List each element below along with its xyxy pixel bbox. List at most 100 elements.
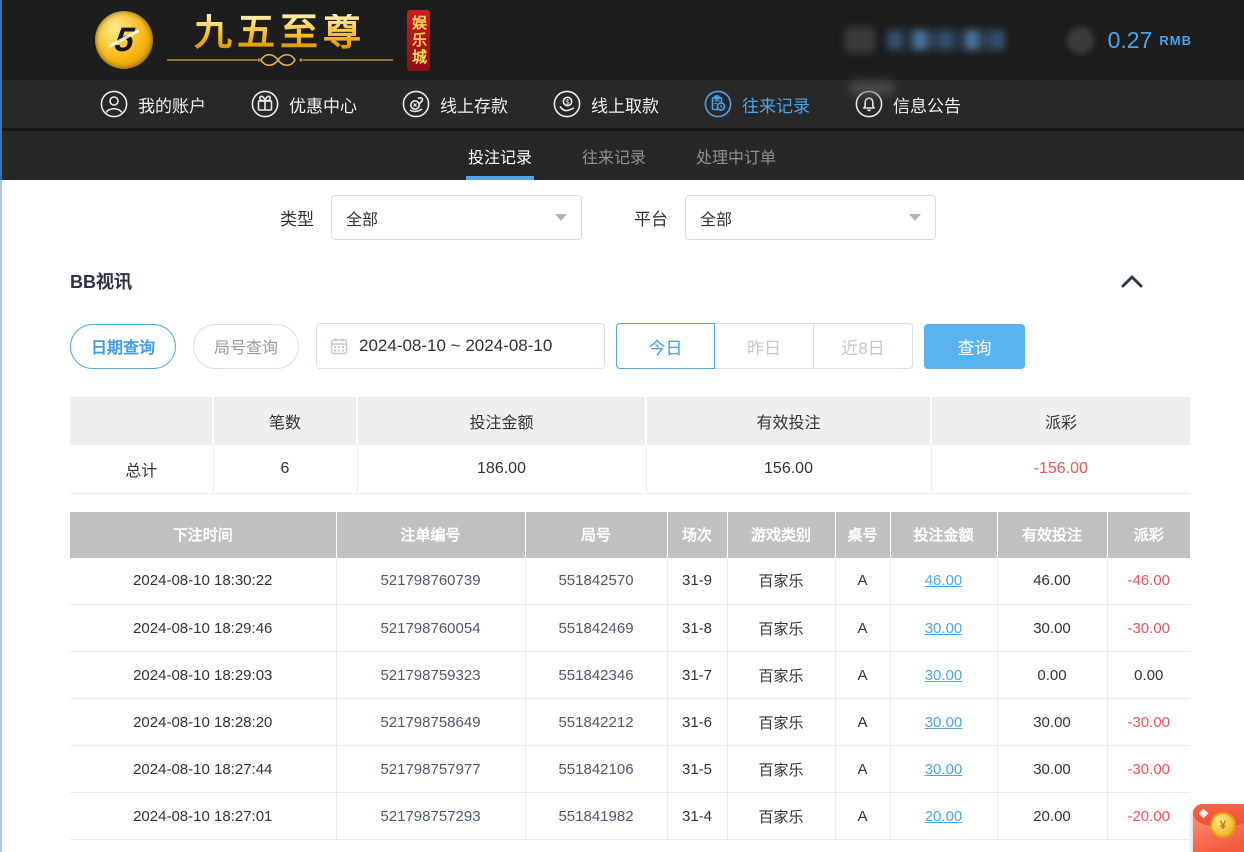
site-logo[interactable]: 5 九五至尊 娱乐城 <box>95 10 460 71</box>
avatar <box>845 27 875 53</box>
gift-icon <box>251 90 279 118</box>
search-button[interactable]: 查询 <box>924 324 1025 369</box>
summary-total-valid-bet: 156.00 <box>646 445 931 493</box>
bet-amount-link[interactable]: 30.00 <box>925 620 963 637</box>
logo-flourish-icon <box>165 54 395 66</box>
last8days-button[interactable]: 近8日 <box>814 323 913 369</box>
today-button[interactable]: 今日 <box>616 323 715 369</box>
bet-amount-link[interactable]: 20.00 <box>925 808 963 825</box>
table-row: 2024-08-10 18:30:22521798760739551842570… <box>70 558 1190 605</box>
coin-icon <box>1067 27 1094 54</box>
coin-icon: ¥ <box>1210 812 1236 838</box>
nav-item-my-account[interactable]: 我的账户 <box>100 90 206 118</box>
cell-round-number: 551842570 <box>525 558 667 605</box>
record-tabs: 投注记录 往来记录 处理中订单 <box>0 131 1244 180</box>
bet-amount-link[interactable]: 30.00 <box>925 761 963 778</box>
cell-payout: -20.00 <box>1107 793 1190 840</box>
summary-total-bet-amount: 186.00 <box>357 445 646 493</box>
tab-bet-records[interactable]: 投注记录 <box>466 131 534 180</box>
bet-amount-link[interactable]: 30.00 <box>925 667 963 684</box>
section-title: BB视讯 <box>70 268 132 294</box>
summary-total-count: 6 <box>213 445 357 493</box>
col-order-number: 注单编号 <box>336 512 525 558</box>
logo-emblem-icon: 5 <box>95 11 153 69</box>
tab-processing-orders[interactable]: 处理中订单 <box>694 131 778 180</box>
query-toolbar: 日期查询 局号查询 2024-08-10 ~ 2024-08-10 今日 昨日 … <box>70 323 1190 369</box>
chevron-up-icon <box>1120 274 1144 288</box>
filter-row: 类型 全部 平台 全部 <box>280 195 1190 240</box>
type-filter-label: 类型 <box>280 205 314 230</box>
round-query-button[interactable]: 局号查询 <box>193 324 299 369</box>
svg-text:$: $ <box>566 100 570 107</box>
cell-round-number: 551842469 <box>525 605 667 652</box>
bet-amount-link[interactable]: 30.00 <box>925 714 963 731</box>
summary-total-label: 总计 <box>70 445 213 493</box>
cell-payout: -30.00 <box>1107 746 1190 793</box>
cell-round-number: 551842212 <box>525 699 667 746</box>
collapse-button[interactable] <box>1120 274 1144 288</box>
cell-game-type: 百家乐 <box>727 699 835 746</box>
nav-item-withdraw[interactable]: $ 线上取款 <box>553 90 659 118</box>
cell-order-number: 521798760054 <box>336 605 525 652</box>
summary-table: 笔数 投注金额 有效投注 派彩 总计 6 186.00 156.00 -156.… <box>70 397 1190 494</box>
cell-session: 31-4 <box>667 793 727 840</box>
nav-item-promotions[interactable]: 优惠中心 <box>251 90 357 118</box>
summary-header-count: 笔数 <box>213 397 357 445</box>
summary-total-payout: -156.00 <box>931 445 1190 493</box>
nav-item-announcements[interactable]: 信息公告 <box>855 90 961 118</box>
cell-session: 31-5 <box>667 746 727 793</box>
cell-bet-amount: 20.00 <box>890 793 997 840</box>
cell-game-type: 百家乐 <box>727 558 835 605</box>
platform-filter-label: 平台 <box>634 205 668 230</box>
brand-title: 九五至尊 <box>194 14 366 54</box>
records-icon <box>704 90 732 118</box>
cell-order-number: 521798759323 <box>336 652 525 699</box>
cell-bet-time: 2024-08-10 18:27:44 <box>70 746 336 793</box>
cell-session: 31-9 <box>667 558 727 605</box>
cell-bet-amount: 30.00 <box>890 605 997 652</box>
cell-bet-amount: 30.00 <box>890 746 997 793</box>
cell-bet-time: 2024-08-10 18:30:22 <box>70 558 336 605</box>
yesterday-button[interactable]: 昨日 <box>715 323 814 369</box>
calendar-icon <box>330 337 348 355</box>
table-row: 2024-08-10 18:27:44521798757977551842106… <box>70 746 1190 793</box>
table-row: 2024-08-10 18:27:01521798757293551841982… <box>70 793 1190 840</box>
cell-bet-amount: 46.00 <box>890 558 997 605</box>
summary-header-blank <box>70 397 213 445</box>
cell-bet-amount: 30.00 <box>890 699 997 746</box>
col-table-number: 桌号 <box>835 512 890 558</box>
balance-currency: RMB <box>1159 33 1192 48</box>
cell-bet-time: 2024-08-10 18:28:20 <box>70 699 336 746</box>
col-round-number: 局号 <box>525 512 667 558</box>
bet-amount-link[interactable]: 46.00 <box>925 572 963 589</box>
type-select[interactable]: 全部 <box>331 195 582 240</box>
date-range-input[interactable]: 2024-08-10 ~ 2024-08-10 <box>316 323 605 369</box>
cell-bet-time: 2024-08-10 18:29:03 <box>70 652 336 699</box>
top-header: 5 九五至尊 娱乐城 0.27 RMB <box>0 0 1244 80</box>
tab-transaction-records[interactable]: 往来记录 <box>580 131 648 180</box>
main-content: 类型 全部 平台 全部 BB视讯 日期查询 局号查询 2024-08-10 ~ … <box>0 195 1244 840</box>
cell-bet-amount: 30.00 <box>890 652 997 699</box>
cell-order-number: 521798757293 <box>336 793 525 840</box>
cell-table-number: A <box>835 652 890 699</box>
service-widget-icon[interactable]: ¥ <box>1193 804 1244 852</box>
col-bet-amount: 投注金额 <box>890 512 997 558</box>
summary-total-row: 总计 6 186.00 156.00 -156.00 <box>70 445 1190 493</box>
cell-round-number: 551842106 <box>525 746 667 793</box>
section-header: BB视讯 <box>70 266 1190 296</box>
nav-item-transaction-records[interactable]: 往来记录 <box>704 90 810 118</box>
col-valid-bet: 有效投注 <box>997 512 1107 558</box>
cell-valid-bet: 30.00 <box>997 699 1107 746</box>
cell-valid-bet: 30.00 <box>997 605 1107 652</box>
cell-session: 31-6 <box>667 699 727 746</box>
cell-session: 31-8 <box>667 605 727 652</box>
table-row: 2024-08-10 18:29:46521798760054551842469… <box>70 605 1190 652</box>
bet-table-header: 下注时间 注单编号 局号 场次 游戏类别 桌号 投注金额 有效投注 派彩 <box>70 512 1190 558</box>
cell-round-number: 551841982 <box>525 793 667 840</box>
date-query-button[interactable]: 日期查询 <box>70 324 176 369</box>
cell-order-number: 521798760739 <box>336 558 525 605</box>
table-row: 2024-08-10 18:29:03521798759323551842346… <box>70 652 1190 699</box>
platform-select[interactable]: 全部 <box>685 195 936 240</box>
cell-table-number: A <box>835 605 890 652</box>
nav-item-deposit[interactable]: 线上存款 <box>402 90 508 118</box>
